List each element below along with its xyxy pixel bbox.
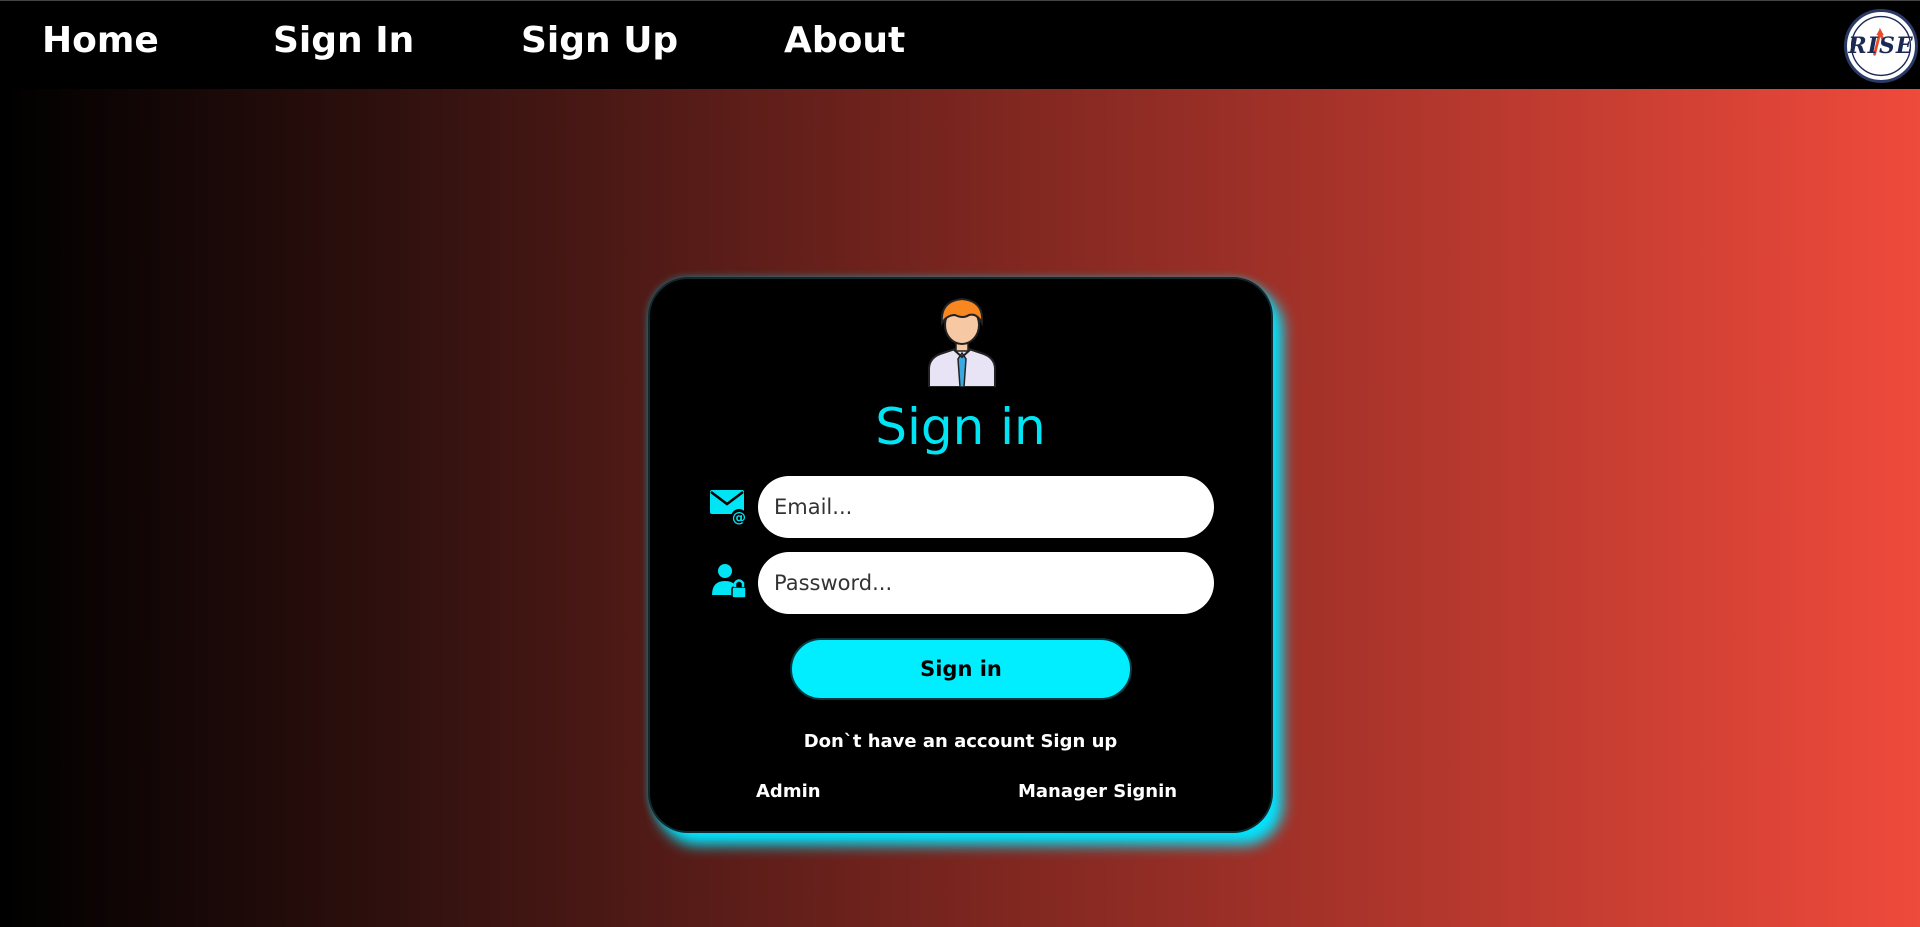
password-input[interactable]	[758, 552, 1214, 614]
signup-link[interactable]: Sign up	[1040, 731, 1117, 752]
email-input[interactable]	[758, 476, 1214, 538]
signin-card: Sign in @ Sign in Don`t have an account …	[648, 277, 1273, 833]
nav-signup-link[interactable]: Sign Up	[521, 19, 678, 63]
logo-text: RISE	[1848, 33, 1914, 59]
signup-prompt: Don`t have an account Sign up	[650, 731, 1271, 752]
manager-signin-link[interactable]: Manager Signin	[1018, 781, 1177, 802]
nav-about-link[interactable]: About	[784, 19, 905, 63]
signup-prompt-text: Don`t have an account	[803, 731, 1035, 752]
nav-home-link[interactable]: Home	[42, 19, 159, 63]
signin-submit-button[interactable]: Sign in	[790, 638, 1132, 700]
nav-signin-link[interactable]: Sign In	[273, 19, 414, 63]
email-at-icon: @	[710, 490, 747, 526]
signin-title: Sign in	[875, 398, 1046, 456]
admin-link[interactable]: Admin	[756, 781, 821, 802]
user-lock-icon	[712, 564, 747, 599]
top-navbar: Home Sign In Sign Up About RISE	[0, 0, 1920, 89]
rise-logo[interactable]: RISE	[1844, 9, 1918, 83]
svg-text:@: @	[732, 510, 746, 526]
user-avatar-icon	[928, 297, 996, 387]
